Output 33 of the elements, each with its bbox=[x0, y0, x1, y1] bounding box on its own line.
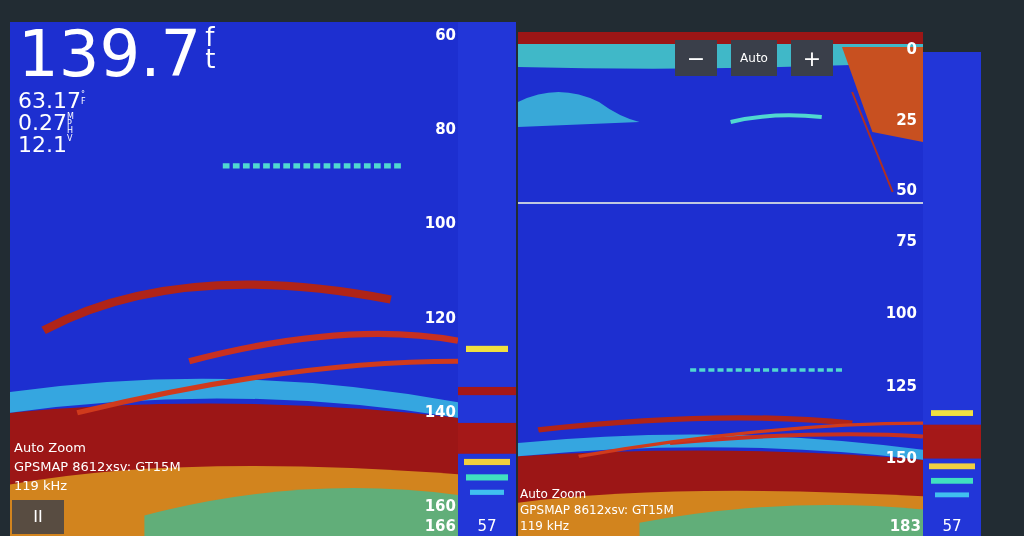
unit-label: V bbox=[67, 136, 73, 144]
flasher-reading: 57 bbox=[942, 519, 962, 534]
readout-value: 12.1 bbox=[18, 134, 67, 157]
depth-scale-label: 183 bbox=[889, 519, 921, 534]
depth-scale-label: 50 bbox=[896, 183, 917, 198]
zoom-button[interactable]: − bbox=[675, 40, 717, 76]
readout-value: 0.27 bbox=[18, 112, 67, 134]
readout-value: 63.17 bbox=[18, 90, 81, 112]
info-text: GPSMAP 8612xsv: GT15M bbox=[520, 502, 674, 518]
depth-scale-label: 166 bbox=[424, 519, 456, 534]
flasher-reading: 57 bbox=[477, 519, 497, 534]
depth-scale-label: 75 bbox=[896, 234, 917, 249]
zoom-button[interactable]: + bbox=[791, 40, 833, 76]
pause-button[interactable]: II bbox=[12, 500, 64, 534]
depth-reading: 139.7 bbox=[18, 22, 202, 90]
depth-scale-label: 100 bbox=[885, 306, 917, 322]
info-text: Auto Zoom bbox=[14, 439, 87, 456]
info-text: 119 kHz bbox=[520, 518, 570, 534]
depth-scale-label: 125 bbox=[885, 378, 917, 394]
info-text: Auto Zoom bbox=[520, 486, 588, 502]
depth-scale-label: 160 bbox=[424, 498, 456, 514]
info-text: 119 kHz bbox=[14, 477, 69, 494]
depth-scale-label: 60 bbox=[435, 28, 456, 43]
unit-label: MPH bbox=[67, 114, 73, 135]
unit-label: ft bbox=[205, 26, 217, 71]
depth-scale-label: 120 bbox=[424, 310, 456, 326]
zoom-button[interactable]: Auto bbox=[731, 40, 777, 76]
info-text: GPSMAP 8612xsv: GT15M bbox=[14, 458, 181, 475]
depth-scale-label: 25 bbox=[896, 112, 917, 128]
unit-label: °F bbox=[81, 92, 87, 106]
depth-scale-label: 80 bbox=[435, 122, 456, 138]
depth-scale-label: 140 bbox=[424, 404, 456, 420]
depth-scale-label: 100 bbox=[424, 216, 456, 232]
